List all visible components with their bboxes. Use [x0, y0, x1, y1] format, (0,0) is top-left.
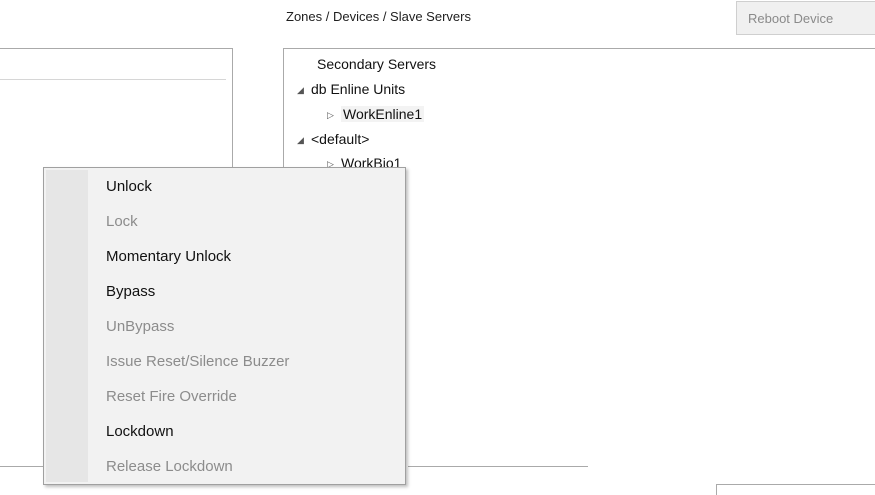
menu-item-reset-fire-override[interactable]: Reset Fire Override — [90, 380, 403, 414]
collapsed-triangle-icon[interactable]: ▷ — [327, 105, 341, 125]
menu-item-bypass[interactable]: Bypass — [90, 275, 403, 309]
breadcrumb: Zones / Devices / Slave Servers — [286, 9, 471, 24]
bottom-panel-edge — [716, 484, 875, 495]
tree-node-label[interactable]: db Enline Units — [311, 81, 405, 97]
menu-item-unlock[interactable]: Unlock — [90, 170, 403, 204]
menu-item-unbypass[interactable]: UnBypass — [90, 310, 403, 344]
menu-icon-gutter — [46, 170, 88, 482]
menu-item-momentary-unlock[interactable]: Momentary Unlock — [90, 240, 403, 274]
menu-item-lock[interactable]: Lock — [90, 205, 403, 239]
tree-node-db-enline-units[interactable]: ◢ db Enline Units — [297, 79, 405, 100]
reboot-device-button[interactable]: Reboot Device — [736, 1, 875, 35]
context-menu: Unlock Lock Momentary Unlock Bypass UnBy… — [43, 167, 406, 485]
tree-node-default[interactable]: ◢ <default> — [297, 129, 369, 150]
list-header-divider — [0, 79, 226, 80]
panel-divider — [408, 466, 588, 467]
menu-item-release-lockdown[interactable]: Release Lockdown — [90, 450, 403, 484]
expanded-triangle-icon[interactable]: ◢ — [297, 80, 311, 100]
menu-item-issue-reset-silence-buzzer[interactable]: Issue Reset/Silence Buzzer — [90, 345, 403, 379]
tree-root-label: Secondary Servers — [317, 56, 437, 72]
tree-node-label[interactable]: <default> — [311, 131, 369, 147]
menu-item-lockdown[interactable]: Lockdown — [90, 415, 403, 449]
tree-node-workenline1[interactable]: ▷ WorkEnline1 — [327, 104, 425, 125]
expanded-triangle-icon[interactable]: ◢ — [297, 130, 311, 150]
tree-node-label[interactable]: WorkEnline1 — [341, 106, 425, 122]
